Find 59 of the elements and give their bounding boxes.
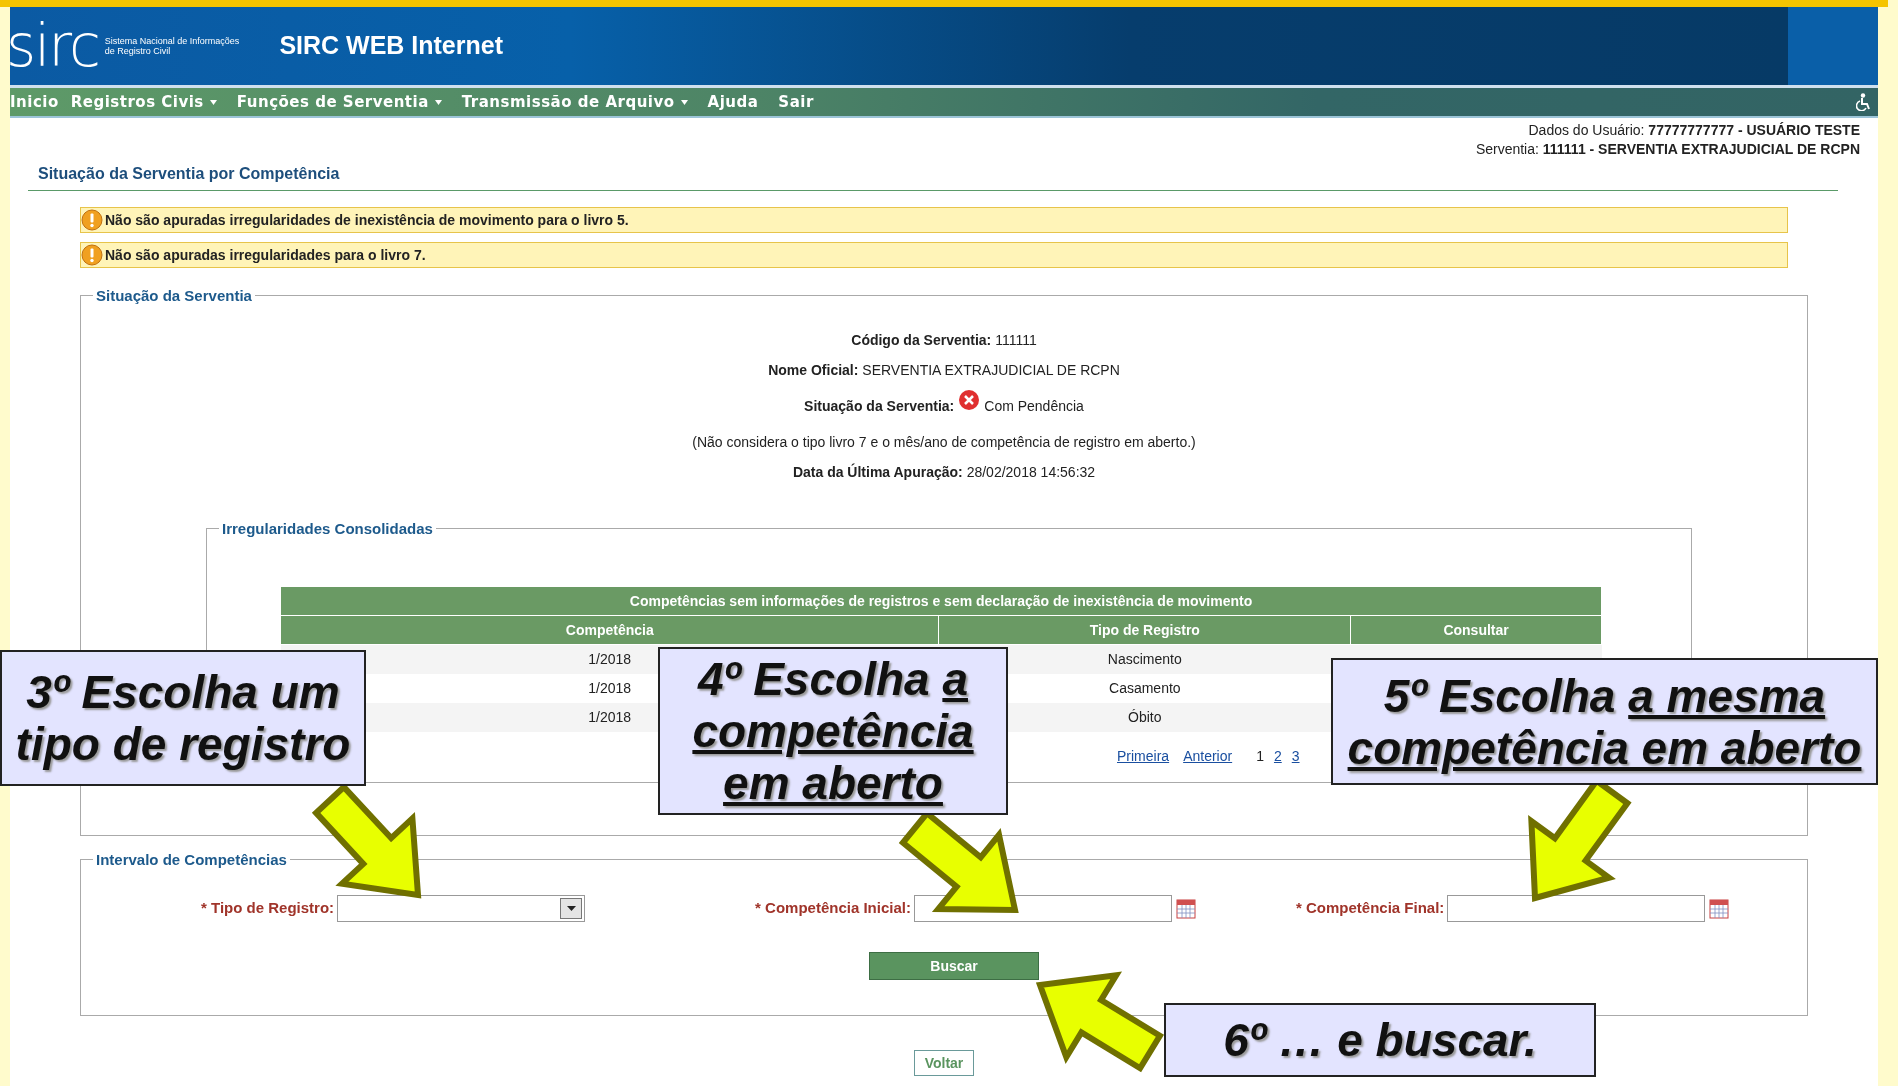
column-header: Consultar [1350,615,1602,645]
logo-subtitle: Sistema Nacional de Informações de Registro Civil [104,35,240,57]
alert-message: Não são apuradas irregularidades para o livro 7. [105,245,426,265]
callout-note: 5º Escolha a mesma competência em aberto [1331,658,1878,785]
column-header: Competência [280,615,939,645]
menu-item[interactable]: Registros Civis [70,90,217,114]
menu-item[interactable]: Inicio [10,90,59,114]
menu-item[interactable]: Ajuda [707,90,759,114]
field-label: * Competência Inicial: [755,898,911,919]
page-link[interactable]: 3 [1291,745,1300,767]
status-label: Situação da Serventia: [804,397,955,416]
table-cell: Óbito [1128,708,1162,725]
caret-icon [680,99,688,105]
section-legend: Situação da Serventia [93,288,255,303]
select-field[interactable] [337,895,586,922]
column-header: Tipo de Registro [938,615,1351,645]
app-title: SIRC WEB Internet [279,30,503,62]
page-link[interactable]: 1 [1256,745,1264,767]
caret-icon [434,99,442,105]
caret-icon [209,99,217,105]
table-cell: Nascimento [1107,650,1182,667]
error-icon [958,389,981,411]
table-cell: Casamento [1109,679,1181,696]
note-text: (Não considera o tipo livro 7 e o mês/ano de competência de registro em aberto.) [692,433,1196,452]
alert-message: Não são apuradas irregularidades de inexistência de movimento para o livro 5. [105,210,629,230]
menu-item[interactable]: Funções de Serventia [236,90,442,114]
pagination-link[interactable]: Primeira [1117,745,1170,767]
page-link[interactable]: 2 [1273,745,1282,767]
accessibility-icon[interactable] [1856,93,1872,111]
search-button[interactable]: Buscar [869,952,1039,980]
info-text: Data da Última Apuração: 28/02/2018 14:56:32 [792,462,1096,482]
warning-icon [81,244,103,266]
field-label: * Tipo de Registro: [201,898,335,919]
section-legend: Irregularidades Consolidadas [219,521,436,536]
user-info-text: Serventia: 111111 - SERVENTIA EXTRAJUDICIAL DE RCPN [1474,140,1860,159]
field-label: * Competência Final: [1295,898,1445,919]
callout-note: 6º … e buscar. [1164,1003,1596,1077]
callout-note: 3º Escolha um tipo de registro [0,650,366,786]
menu-item[interactable]: Sair [778,90,814,114]
menu-item[interactable]: Transmissão de Arquivo [461,90,688,114]
status-value: Com Pendência [984,397,1084,416]
callout-note: 4º Escolha a competência em aberto [658,647,1008,815]
table-title: Competências sem informações de registros e sem declaração de inexistência de movimento [280,586,1602,616]
pagination-link[interactable]: Anterior [1183,745,1233,767]
info-text: Nome Oficial: SERVENTIA EXTRAJUDICIAL DE RCPN [768,361,1120,380]
warning-icon [81,209,103,231]
back-button[interactable]: Voltar [914,1050,974,1076]
table-cell: 1/2018 [588,679,632,696]
user-info-text: Dados do Usuário: 77777777777 - USUÁRIO TESTE [1527,121,1860,140]
input-field[interactable] [1447,895,1706,922]
caret-icon [566,906,576,911]
table-cell: 1/2018 [588,650,632,667]
table-cell: 1/2018 [588,708,632,725]
logo-text: sirc [6,17,99,75]
calendar-icon[interactable] [1709,898,1730,919]
calendar-icon[interactable] [1175,898,1196,919]
section-legend: Intervalo de Competências [93,852,290,867]
info-text: Código da Serventia: 111111 [851,331,1037,350]
page-title: Situação da Serventia por Competência [28,162,1838,191]
